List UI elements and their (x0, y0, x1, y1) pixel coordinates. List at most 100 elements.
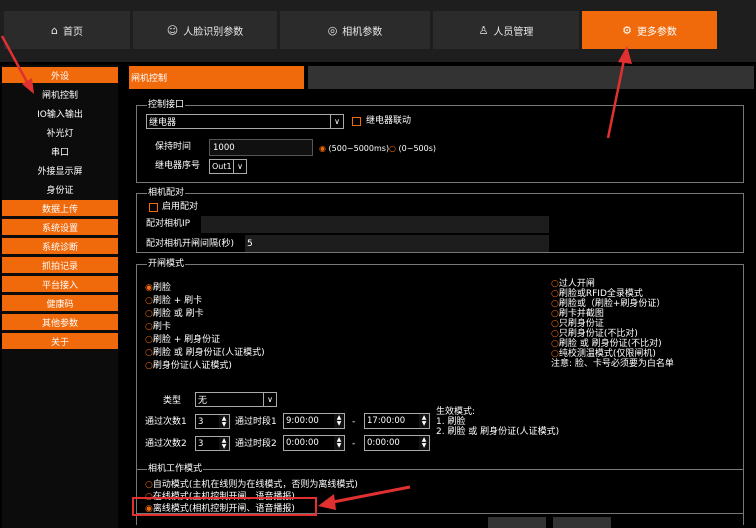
radio-icon: ◉ (319, 144, 326, 153)
option-label: 刷身份证(人证模式) (152, 361, 232, 371)
radio-icon: ○ (551, 339, 559, 349)
relay-linkage-checkbox[interactable] (352, 117, 361, 126)
range-ms-radio[interactable]: ◉ (500~5000ms) (319, 143, 389, 154)
open-mode-option[interactable]: ○刷脸 或 刷身份证(人证模式) (145, 348, 265, 359)
hold-time-input[interactable]: 1000 (209, 139, 313, 156)
interface-value: 继电器 (149, 118, 177, 128)
range-s-radio[interactable]: ○ (0~500s) (389, 143, 436, 154)
option-label: 刷脸 (152, 283, 171, 293)
open-mode-option[interactable]: ○刷脸或（刷脸+刷身份证） (551, 299, 674, 309)
sidebar-item-system-settings[interactable]: 系统设置 (2, 219, 118, 235)
period-1-dash: - (352, 417, 356, 427)
effect-mode-title: 生效模式: (436, 407, 476, 417)
open-mode-option[interactable]: ○只刷身份证 (551, 319, 674, 329)
sidebar: 外设 闸机控制 IO输入输出 补光灯 串口 外接显示屏 身份证 数据上传 系统设… (2, 65, 118, 528)
work-mode-title: 相机工作模式 (147, 464, 204, 475)
open-mode-option[interactable]: ○刷卡 (145, 322, 265, 333)
pass-count-2-spinner[interactable]: 3 ▲ ▼ (195, 436, 230, 451)
tab-face-params-label: 人脸识别参数 (183, 26, 244, 38)
sidebar-item-platform[interactable]: 平台接入 (2, 276, 118, 292)
open-mode-option[interactable]: ○过人开闸 (551, 279, 674, 289)
pass-count-1-spinner[interactable]: 3 ▲ ▼ (195, 414, 230, 429)
open-mode-option[interactable]: ○纯校测温模式(仅限闸机) (551, 349, 674, 359)
face-icon: ☺ (166, 23, 179, 37)
period-2-end-value: 0:00:00 (367, 438, 400, 448)
relay-number-select[interactable]: Out1 ∨ (209, 159, 247, 174)
option-label: 只刷身份证(不比对) (558, 329, 638, 339)
sidebar-item-data-upload[interactable]: 数据上传 (2, 200, 118, 216)
effect-mode-block: 生效模式: 1. 刷脸 2. 刷脸 或 刷身份证(人证模式) (436, 407, 559, 437)
range-s-label: (0~500s) (398, 144, 437, 153)
pair-ip-label: 配对相机IP (146, 219, 191, 229)
period-1-end-input[interactable]: 17:00:00 ▲ ▼ (364, 413, 430, 429)
tab-more-params[interactable]: ⚙ 更多参数 (582, 11, 717, 49)
period-2-start-value: 0:00:00 (286, 438, 319, 448)
sidebar-item-display[interactable]: 外接显示屏 (2, 162, 118, 178)
open-mode-option[interactable]: ○只刷身份证(不比对) (551, 329, 674, 339)
person-icon: ♙ (478, 23, 489, 37)
sidebar-item-health-code[interactable]: 健康码 (2, 295, 118, 311)
open-mode-option[interactable]: ○刷脸或RFID全录模式 (551, 289, 674, 299)
option-label: 刷脸 或 刷卡 (152, 309, 204, 319)
work-mode-auto-radio[interactable]: ○自动模式(主机在线则为在线模式，否则为离线模式) (145, 479, 358, 491)
tab-home[interactable]: ⌂ 首页 (4, 11, 130, 49)
pair-interval-input[interactable]: 5 (245, 235, 549, 252)
period-2-end-input[interactable]: 0:00:00 ▲ ▼ (364, 435, 430, 451)
option-label: 刷卡并截图 (558, 309, 604, 319)
footer-button[interactable] (553, 517, 611, 528)
relay-number-value: Out1 (212, 162, 232, 171)
period-1-start-input[interactable]: 9:00:00 ▲ ▼ (283, 413, 345, 429)
gear-icon: ⚙ (622, 23, 632, 37)
sidebar-item-serial[interactable]: 串口 (2, 143, 118, 159)
sidebar-item-io[interactable]: IO输入输出 (2, 105, 118, 121)
chevron-down-icon: ∨ (263, 393, 276, 406)
open-mode-option[interactable]: ○刷脸 或 刷卡 (145, 309, 265, 320)
sidebar-item-about[interactable]: 关于 (2, 333, 118, 349)
pass-period-1-label: 通过时段1 (235, 417, 277, 427)
footer-button[interactable] (488, 517, 546, 528)
main-panel: 闸机控制 控制接口 继电器 ∨ 继电器联动 保持时间 1000 ◉ (500~50… (124, 62, 756, 528)
option-label: 刷脸 + 刷身份证 (152, 335, 221, 345)
sidebar-item-gate-control[interactable]: 闸机控制 (2, 86, 118, 102)
interface-select[interactable]: 继电器 ∨ (146, 114, 344, 129)
camera-pair-group: 相机配对 启用配对 配对相机IP 配对相机开闸间隔(秒) 5 (136, 188, 744, 253)
sidebar-item-peripheral[interactable]: 外设 (2, 67, 118, 83)
period-2-start-input[interactable]: 0:00:00 ▲ ▼ (283, 435, 345, 451)
option-label: 刷脸或RFID全录模式 (558, 289, 643, 299)
home-icon: ⌂ (51, 23, 58, 37)
radio-icon: ○ (551, 289, 559, 299)
radio-icon: ○ (145, 361, 153, 371)
open-mode-option[interactable]: ○刷脸 + 刷卡 (145, 296, 265, 307)
tab-camera-params[interactable]: ◎ 相机参数 (280, 11, 430, 49)
tab-gate-control[interactable]: 闸机控制 (129, 66, 304, 89)
top-nav: ⌂ 首页 ☺ 人脸识别参数 ◎ 相机参数 ♙ 人员管理 ⚙ 更多参数 (0, 0, 756, 62)
sidebar-item-other[interactable]: 其他参数 (2, 314, 118, 330)
open-mode-title: 开闸模式 (147, 259, 186, 270)
open-mode-right-options: ○过人开闸 ○刷脸或RFID全录模式 ○刷脸或（刷脸+刷身份证） ○刷卡并截图 … (551, 279, 674, 369)
radio-icon: ○ (551, 279, 559, 289)
enable-pair-checkbox[interactable] (149, 203, 158, 212)
tab-camera-params-label: 相机参数 (342, 26, 383, 38)
sidebar-item-fill-light[interactable]: 补光灯 (2, 124, 118, 140)
type-select[interactable]: 无 ∨ (195, 392, 277, 407)
radio-icon: ○ (145, 480, 153, 490)
open-mode-option[interactable]: ○刷脸 + 刷身份证 (145, 335, 265, 346)
spin-arrows-icon: ▲ ▼ (334, 414, 344, 428)
sidebar-item-capture-records[interactable]: 抓拍记录 (2, 257, 118, 273)
camera-pair-title: 相机配对 (147, 188, 186, 199)
open-mode-option[interactable]: ○刷卡并截图 (551, 309, 674, 319)
pass-count-1-value: 3 (198, 416, 204, 427)
open-mode-option[interactable]: ◉刷脸 (145, 283, 265, 294)
open-mode-option[interactable]: ○刷身份证(人证模式) (145, 361, 265, 372)
open-mode-option[interactable]: ○刷脸 或 刷身份证(不比对) (551, 339, 674, 349)
sidebar-item-diagnostics[interactable]: 系统诊断 (2, 238, 118, 254)
spin-arrows-icon: ▲ ▼ (419, 414, 429, 428)
tab-personnel[interactable]: ♙ 人员管理 (433, 11, 579, 49)
radio-icon: ○ (145, 309, 153, 319)
tab-face-params[interactable]: ☺ 人脸识别参数 (133, 11, 277, 49)
pair-ip-input[interactable] (201, 216, 549, 233)
option-label: 只刷身份证 (558, 319, 604, 329)
sidebar-item-id-card[interactable]: 身份证 (2, 181, 118, 197)
tab-more-params-label: 更多参数 (636, 26, 677, 38)
radio-icon: ○ (551, 309, 559, 319)
